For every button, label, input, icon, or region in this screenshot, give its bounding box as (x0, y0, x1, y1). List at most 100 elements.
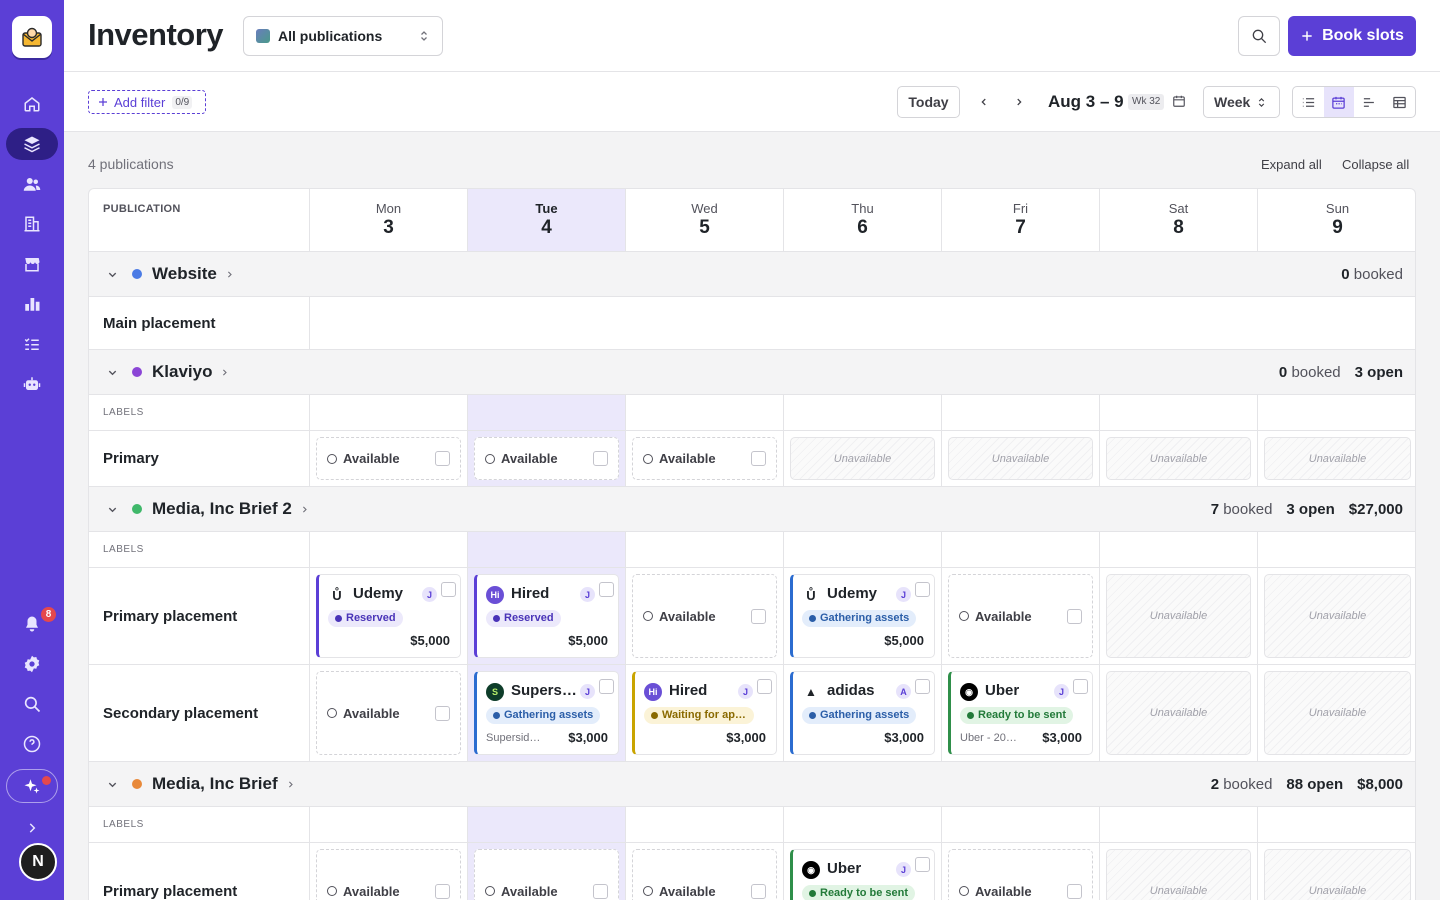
labels-cell[interactable] (626, 807, 784, 843)
card-checkbox[interactable] (915, 582, 930, 597)
labels-cell[interactable] (942, 807, 1100, 843)
add-filter-button[interactable]: Add filter 0/9 (88, 90, 206, 114)
card-checkbox[interactable] (1073, 679, 1088, 694)
labels-cell[interactable] (1100, 807, 1258, 843)
booking-card[interactable]: Hi Hired J Reserved $5,000 (474, 574, 619, 658)
expand-sidebar-button[interactable] (6, 812, 58, 844)
labels-cell[interactable] (626, 532, 784, 568)
nav-store[interactable] (6, 248, 58, 280)
booking-card[interactable]: ◉ Uber J Ready to be sent Uber - 2024 $3… (948, 671, 1093, 755)
card-checkbox[interactable] (757, 679, 772, 694)
labels-cell[interactable] (310, 532, 468, 568)
app-logo[interactable] (12, 16, 52, 58)
booking-card[interactable]: ◉ Uber J Ready to be sent (790, 849, 935, 900)
ai-assistant-button[interactable] (6, 769, 58, 803)
slot-checkbox[interactable] (751, 883, 766, 899)
group-media-inc-brief-2[interactable]: Media, Inc Brief 2 7 booked 3 open $27,000 (89, 487, 1415, 532)
slot-checkbox[interactable] (435, 705, 450, 721)
labels-cell[interactable] (1100, 395, 1258, 431)
labels-cell[interactable] (468, 532, 626, 568)
calendar-view-button[interactable] (1323, 87, 1354, 117)
available-slot[interactable]: Available (474, 437, 619, 480)
timeline-view-button[interactable] (1354, 87, 1385, 117)
nav-inventory[interactable] (6, 128, 58, 160)
labels-cell[interactable] (1258, 395, 1415, 431)
publication-select[interactable]: All publications (243, 16, 443, 56)
booking-card[interactable]: S Superside J Gathering assets Superside… (474, 671, 619, 755)
book-slots-button[interactable]: Book slots (1288, 16, 1416, 56)
labels-cell[interactable] (784, 532, 942, 568)
next-week-button[interactable] (1007, 86, 1031, 118)
card-checkbox[interactable] (599, 679, 614, 694)
collapse-all-button[interactable]: Collapse all (1342, 157, 1409, 172)
list-view-button[interactable] (1293, 87, 1324, 117)
expand-all-button[interactable]: Expand all (1261, 157, 1322, 172)
slot-checkbox[interactable] (751, 451, 766, 466)
slot-checkbox[interactable] (1067, 608, 1082, 624)
slot-checkbox[interactable] (435, 883, 450, 899)
nav-search[interactable] (6, 688, 58, 720)
group-website[interactable]: Website 0 booked (89, 252, 1415, 297)
chevron-down-icon[interactable] (107, 779, 118, 790)
booking-card[interactable]: Ů Udemy J Gathering assets $5,000 (790, 574, 935, 658)
chevron-right-icon[interactable] (220, 368, 229, 377)
date-range[interactable]: Aug 3 – 9 (1048, 92, 1124, 112)
labels-cell[interactable] (1258, 532, 1415, 568)
nav-reports[interactable] (6, 288, 58, 320)
view-range-select[interactable]: Week (1203, 86, 1280, 118)
booking-card[interactable]: ▲ adidas A Gathering assets $3,000 (790, 671, 935, 755)
labels-cell[interactable] (784, 807, 942, 843)
prev-week-button[interactable] (972, 86, 996, 118)
slot-checkbox[interactable] (1067, 883, 1082, 899)
labels-cell[interactable] (310, 395, 468, 431)
available-slot[interactable]: Available (316, 437, 461, 480)
user-avatar[interactable]: N (19, 843, 57, 881)
available-slot[interactable]: Available (948, 849, 1093, 900)
group-klaviyo[interactable]: Klaviyo 0 booked 3 open (89, 350, 1415, 395)
labels-cell[interactable] (784, 395, 942, 431)
available-slot[interactable]: Available (316, 849, 461, 900)
labels-cell[interactable] (942, 532, 1100, 568)
slot-checkbox[interactable] (593, 883, 608, 899)
labels-cell[interactable] (942, 395, 1100, 431)
chevron-right-icon[interactable] (225, 270, 234, 279)
available-slot[interactable]: Available (632, 437, 777, 480)
nav-help[interactable] (6, 728, 58, 760)
nav-settings[interactable] (6, 648, 58, 680)
chevron-right-icon[interactable] (300, 505, 309, 514)
labels-cell[interactable] (468, 807, 626, 843)
nav-people[interactable] (6, 168, 58, 200)
slot-checkbox[interactable] (593, 451, 608, 466)
available-slot[interactable]: Available (948, 574, 1093, 658)
card-checkbox[interactable] (915, 679, 930, 694)
labels-cell[interactable] (626, 395, 784, 431)
available-slot[interactable]: Available (316, 671, 461, 755)
labels-cell[interactable] (310, 807, 468, 843)
nav-companies[interactable] (6, 208, 58, 240)
nav-tasks[interactable] (6, 328, 58, 360)
available-slot[interactable]: Available (632, 849, 777, 900)
chevron-down-icon[interactable] (107, 269, 118, 280)
table-view-button[interactable] (1385, 87, 1416, 117)
calendar-icon[interactable] (1172, 94, 1186, 108)
chevron-right-icon[interactable] (286, 780, 295, 789)
labels-cell[interactable] (1100, 532, 1258, 568)
nav-automation[interactable] (6, 368, 58, 400)
chevron-down-icon[interactable] (107, 367, 118, 378)
search-button[interactable] (1238, 16, 1280, 56)
slot-checkbox[interactable] (435, 451, 450, 466)
slot-checkbox[interactable] (751, 608, 766, 624)
nav-home[interactable] (6, 88, 58, 120)
card-checkbox[interactable] (599, 582, 614, 597)
labels-cell[interactable] (468, 395, 626, 431)
labels-cell[interactable] (1258, 807, 1415, 843)
card-checkbox[interactable] (915, 857, 930, 872)
booking-card[interactable]: Ů Udemy J Reserved $5,000 (316, 574, 461, 658)
today-button[interactable]: Today (897, 86, 960, 118)
chevron-down-icon[interactable] (107, 504, 118, 515)
booking-card[interactable]: Hi Hired J Waiting for approval $3,000 (632, 671, 777, 755)
card-checkbox[interactable] (441, 582, 456, 597)
available-slot[interactable]: Available (474, 849, 619, 900)
group-media-inc-brief[interactable]: Media, Inc Brief 2 booked 88 open $8,000 (89, 762, 1415, 807)
available-slot[interactable]: Available (632, 574, 777, 658)
